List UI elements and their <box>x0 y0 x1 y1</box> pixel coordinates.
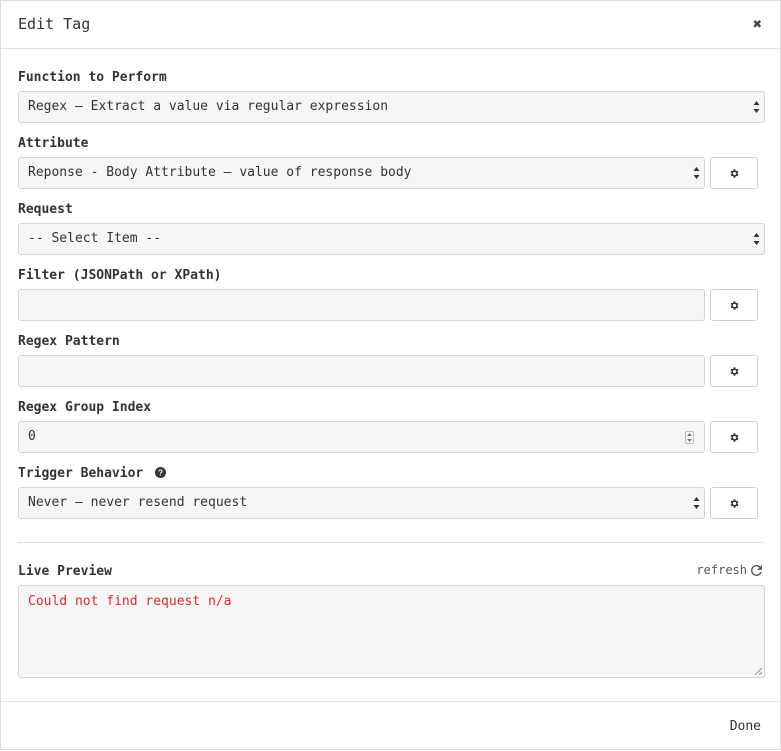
live-preview-label: Live Preview <box>18 564 112 579</box>
gear-icon <box>730 301 739 310</box>
regex-group-input-value: 0 <box>28 429 36 444</box>
function-select[interactable]: Regex – Extract a value via regular expr… <box>18 91 765 123</box>
attribute-select-value: Reponse - Body Attribute – value of resp… <box>28 165 412 180</box>
live-preview-area[interactable]: Could not find request n/a <box>18 585 765 678</box>
attribute-settings-button[interactable] <box>710 157 758 189</box>
done-button[interactable]: Done <box>730 719 761 734</box>
select-arrows-icon <box>693 497 700 509</box>
gear-icon <box>730 169 739 178</box>
request-label: Request <box>18 202 73 217</box>
trigger-behavior-settings-button[interactable] <box>710 487 758 519</box>
filter-label: Filter (JSONPath or XPath) <box>18 268 222 283</box>
attribute-label: Attribute <box>18 136 89 151</box>
modal-footer: Done <box>1 701 780 751</box>
regex-group-label: Regex Group Index <box>18 400 152 415</box>
regex-pattern-label: Regex Pattern <box>18 334 120 349</box>
number-spinner[interactable] <box>685 431 694 444</box>
trigger-behavior-select-value: Never – never resend request <box>28 495 248 510</box>
trigger-behavior-label-text: Trigger Behavior <box>18 466 144 481</box>
refresh-button[interactable]: refresh <box>696 563 762 577</box>
modal-header: Edit Tag ✖ <box>1 1 780 49</box>
spinner-arrows-icon <box>687 433 692 442</box>
request-select[interactable]: -- Select Item -- <box>18 223 765 255</box>
edit-tag-modal: Edit Tag ✖ Function to Perform Regex – E… <box>0 0 781 750</box>
regex-group-input[interactable]: 0 <box>18 421 705 453</box>
gear-icon <box>730 367 739 376</box>
filter-input[interactable] <box>18 289 705 321</box>
question-circle-icon[interactable]: ? <box>155 467 167 478</box>
request-select-value: -- Select Item -- <box>28 231 162 246</box>
regex-group-settings-button[interactable] <box>710 421 758 453</box>
regex-pattern-input[interactable] <box>18 355 705 387</box>
gear-icon <box>730 499 739 508</box>
refresh-label: refresh <box>696 563 747 577</box>
function-label: Function to Perform <box>18 70 167 85</box>
svg-text:?: ? <box>158 469 163 478</box>
refresh-icon <box>750 564 762 576</box>
select-arrows-icon <box>753 233 760 245</box>
trigger-behavior-select[interactable]: Never – never resend request <box>18 487 705 519</box>
gear-icon <box>730 433 739 442</box>
section-divider <box>18 542 765 543</box>
modal-title: Edit Tag <box>18 15 91 33</box>
attribute-select[interactable]: Reponse - Body Attribute – value of resp… <box>18 157 705 189</box>
select-arrows-icon <box>753 101 760 113</box>
function-select-value: Regex – Extract a value via regular expr… <box>28 99 389 114</box>
regex-pattern-settings-button[interactable] <box>710 355 758 387</box>
preview-error-text: Could not find request n/a <box>28 594 232 609</box>
trigger-behavior-label: Trigger Behavior ? <box>18 466 167 481</box>
filter-settings-button[interactable] <box>710 289 758 321</box>
select-arrows-icon <box>693 167 700 179</box>
resize-grip-icon[interactable] <box>754 667 762 675</box>
close-icon[interactable]: ✖ <box>753 15 762 33</box>
